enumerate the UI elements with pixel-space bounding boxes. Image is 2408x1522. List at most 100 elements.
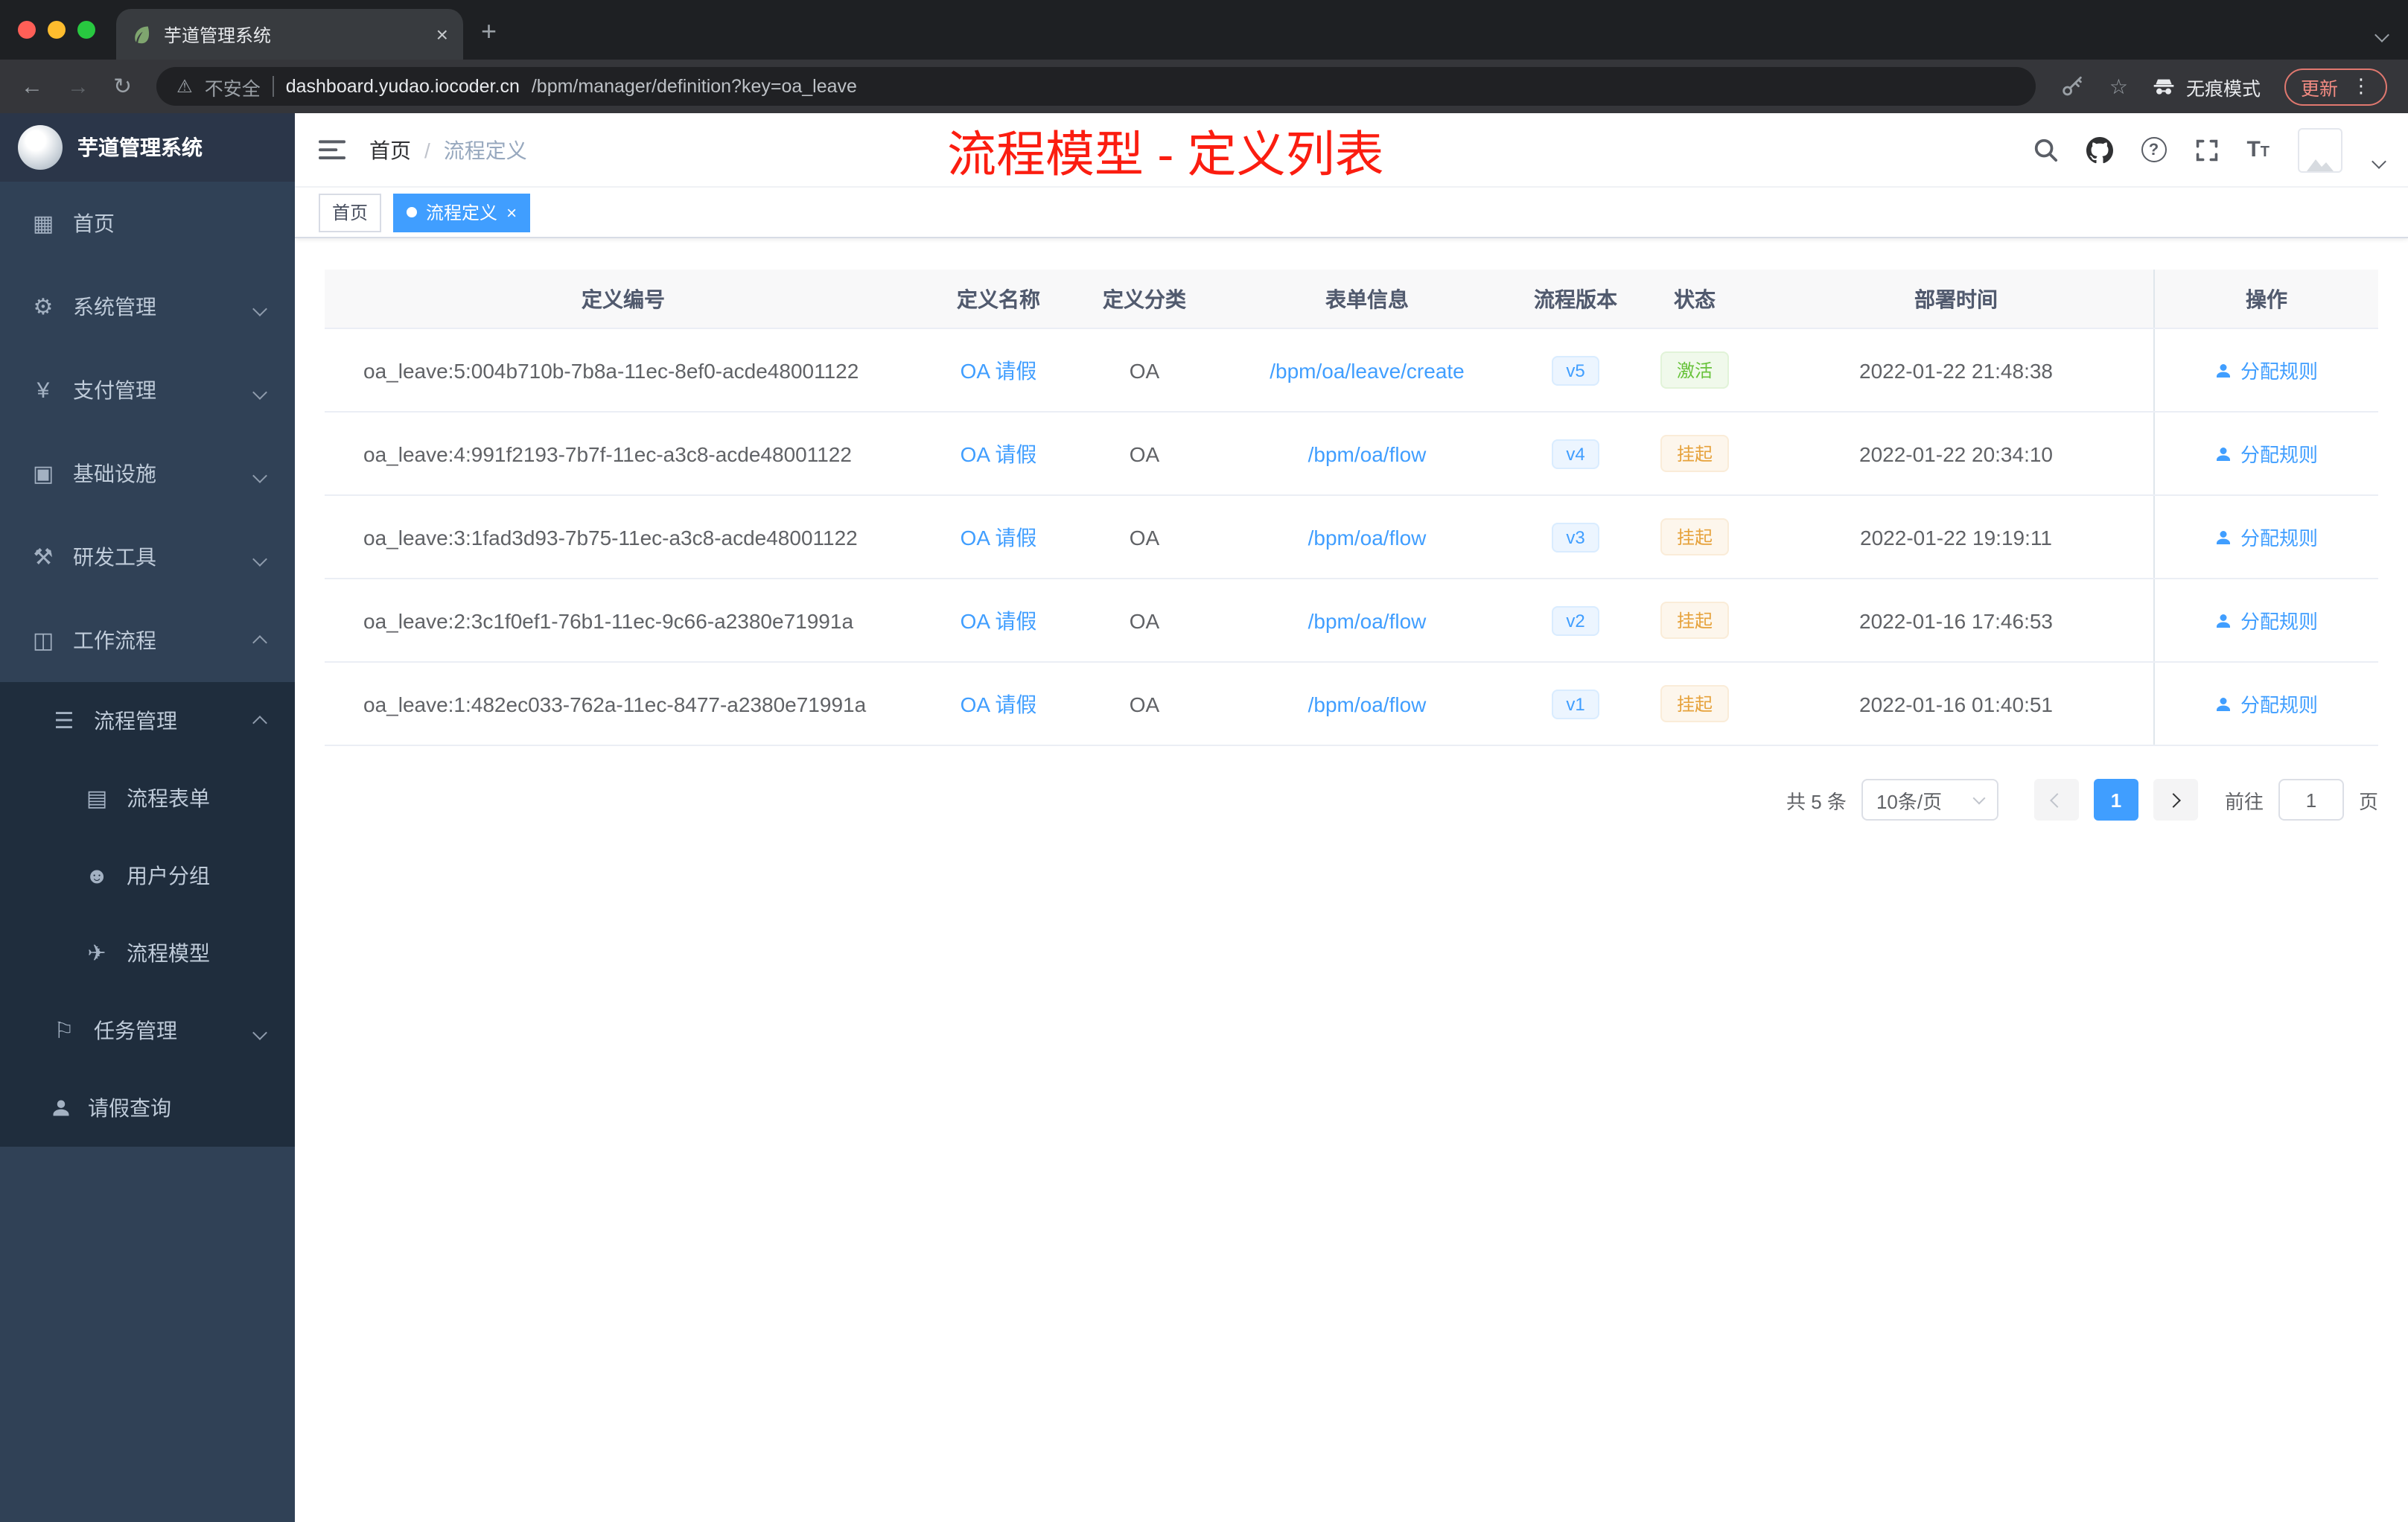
sidebar-item-label: 系统管理 xyxy=(73,295,156,319)
chevron-down-icon xyxy=(1972,791,1986,804)
bookmark-star-icon[interactable]: ☆ xyxy=(2109,74,2128,99)
close-window-button[interactable] xyxy=(18,21,36,39)
next-page-button[interactable] xyxy=(2153,779,2198,821)
cell-definition-id: oa_leave:3:1fad3d93-7b75-11ec-a3c8-acde4… xyxy=(363,525,858,549)
assign-rule-link[interactable]: 分配规则 xyxy=(2215,439,2318,468)
sidebar-item-label: 基础设施 xyxy=(73,462,156,485)
assign-rule-link[interactable]: 分配规则 xyxy=(2215,606,2318,634)
tab-close-icon[interactable]: × xyxy=(436,22,448,46)
group-icon: ☻ xyxy=(85,863,109,888)
sidebar-item-label: 研发工具 xyxy=(73,545,156,569)
browser-menu-icon[interactable]: ⋮ xyxy=(2351,74,2371,98)
table-row: oa_leave:2:3c1f0ef1-76b1-11ec-9c66-a2380… xyxy=(325,579,2378,663)
person-icon xyxy=(2217,614,2231,627)
assign-rule-link[interactable]: 分配规则 xyxy=(2215,356,2318,384)
new-tab-button[interactable]: + xyxy=(481,16,497,48)
minimize-window-button[interactable] xyxy=(48,21,66,39)
sidebar-item-process-management[interactable]: ☰ 流程管理 xyxy=(0,682,295,760)
cell-status: 挂起 xyxy=(1631,496,1759,578)
address-bar[interactable]: ⚠ 不安全 dashboard.yudao.iocoder.cn/bpm/man… xyxy=(156,67,2036,106)
tag-label: 首页 xyxy=(332,203,369,223)
sidebar-item-infrastructure[interactable]: ▣ 基础设施 xyxy=(0,432,295,515)
assign-rule-label: 分配规则 xyxy=(2240,444,2318,466)
forward-icon[interactable]: → xyxy=(67,74,89,99)
page-title-annotation: 流程模型 - 定义列表 xyxy=(947,126,1384,181)
help-icon[interactable]: ? xyxy=(2141,137,2167,162)
workflow-icon: ◫ xyxy=(32,628,54,654)
sidebar-item-home[interactable]: ▦ 首页 xyxy=(0,182,295,265)
form-link[interactable]: /bpm/oa/flow xyxy=(1308,692,1427,716)
sidebar-item-process-form[interactable]: ▤ 流程表单 xyxy=(0,760,295,837)
cell-form-info: /bpm/oa/flow xyxy=(1214,663,1520,745)
font-size-icon[interactable]: TT xyxy=(2246,138,2270,161)
back-icon[interactable]: ← xyxy=(21,74,43,99)
form-link[interactable]: /bpm/oa/flow xyxy=(1308,608,1427,632)
list-icon: ☰ xyxy=(54,709,74,734)
definition-name-link[interactable]: OA 请假 xyxy=(961,355,1037,385)
tag-process-definition[interactable]: 流程定义 × xyxy=(393,193,531,232)
tags-view-bar: 首页 流程定义 × xyxy=(295,188,2408,238)
version-badge: v4 xyxy=(1551,439,1600,468)
security-label: 不安全 xyxy=(204,78,261,99)
sidebar-item-task-management[interactable]: ⚐ 任务管理 xyxy=(0,992,295,1069)
form-link[interactable]: /bpm/oa/leave/create xyxy=(1270,358,1465,382)
status-badge: 挂起 xyxy=(1660,435,1729,472)
app-logo[interactable]: 芋道管理系统 xyxy=(0,113,295,182)
chevron-down-icon xyxy=(252,378,267,402)
reload-icon[interactable]: ↻ xyxy=(113,73,132,100)
definition-name-link[interactable]: OA 请假 xyxy=(961,522,1037,552)
browser-tabstrip: 芋道管理系统 × + xyxy=(0,0,2408,60)
navbar-icons: ? TT xyxy=(2032,126,2386,173)
sidebar-item-user-group[interactable]: ☻ 用户分组 xyxy=(0,837,295,914)
key-icon[interactable] xyxy=(2060,74,2086,99)
fullscreen-icon[interactable] xyxy=(2194,138,2218,162)
cell-version: v1 xyxy=(1520,663,1631,745)
user-avatar[interactable] xyxy=(2298,127,2342,172)
current-page-button[interactable]: 1 xyxy=(2093,779,2138,821)
avatar-dropdown-caret-icon[interactable] xyxy=(2372,147,2386,173)
sidebar-item-system[interactable]: ⚙ 系统管理 xyxy=(0,265,295,348)
sidebar-item-payment[interactable]: ¥ 支付管理 xyxy=(0,348,295,432)
prev-page-button[interactable] xyxy=(2033,779,2079,821)
breadcrumb-separator: / xyxy=(424,138,430,162)
cell-form-info: /bpm/oa/flow xyxy=(1214,579,1520,661)
browser-update-button[interactable]: 更新 ⋮ xyxy=(2284,68,2387,105)
sidebar-item-leave-query[interactable]: 请假查询 xyxy=(0,1069,295,1147)
goto-page-input[interactable]: 1 xyxy=(2278,779,2344,821)
browser-tab[interactable]: 芋道管理系统 × xyxy=(116,9,463,60)
cell-definition-id: oa_leave:5:004b710b-7b8a-11ec-8ef0-acde4… xyxy=(363,358,859,382)
definition-name-link[interactable]: OA 请假 xyxy=(961,689,1037,719)
assign-rule-label: 分配规则 xyxy=(2240,360,2318,383)
assign-rule-label: 分配规则 xyxy=(2240,611,2318,633)
breadcrumb-home[interactable]: 首页 xyxy=(369,135,411,165)
task-icon: ⚐ xyxy=(54,1019,74,1044)
page-size-value: 10条/页 xyxy=(1876,790,1943,812)
definition-name-link[interactable]: OA 请假 xyxy=(961,439,1037,468)
github-icon[interactable] xyxy=(2086,136,2113,163)
sidebar-collapse-icon[interactable] xyxy=(319,138,345,161)
sidebar: 芋道管理系统 ▦ 首页 ⚙ 系统管理 ¥ 支付管理 ▣ 基础设施 ⚒ 研发工具 … xyxy=(0,113,295,1522)
form-link[interactable]: /bpm/oa/flow xyxy=(1308,525,1427,549)
cell-version: v4 xyxy=(1520,413,1631,494)
maximize-window-button[interactable] xyxy=(77,21,95,39)
assign-rule-link[interactable]: 分配规则 xyxy=(2215,690,2318,718)
incognito-icon xyxy=(2153,79,2174,95)
status-badge: 挂起 xyxy=(1660,602,1729,639)
cell-category: OA xyxy=(1129,692,1160,716)
breadcrumb: 首页 / 流程定义 xyxy=(369,135,527,165)
sidebar-item-workflow[interactable]: ◫ 工作流程 xyxy=(0,599,295,682)
chevron-down-icon xyxy=(252,545,267,569)
form-link[interactable]: /bpm/oa/flow xyxy=(1308,442,1427,465)
sidebar-item-process-model[interactable]: ✈ 流程模型 xyxy=(0,914,295,992)
sidebar-item-devtools[interactable]: ⚒ 研发工具 xyxy=(0,515,295,599)
assign-rule-link[interactable]: 分配规则 xyxy=(2215,523,2318,551)
tab-search-icon[interactable] xyxy=(2374,21,2389,48)
tag-close-icon[interactable]: × xyxy=(506,202,517,223)
tag-home[interactable]: 首页 xyxy=(319,193,382,232)
status-badge: 挂起 xyxy=(1660,685,1729,722)
cell-category: OA xyxy=(1129,608,1160,632)
search-icon[interactable] xyxy=(2032,137,2057,162)
paper-plane-icon: ✈ xyxy=(87,941,106,967)
page-size-select[interactable]: 10条/页 xyxy=(1861,779,1998,821)
definition-name-link[interactable]: OA 请假 xyxy=(961,605,1037,635)
